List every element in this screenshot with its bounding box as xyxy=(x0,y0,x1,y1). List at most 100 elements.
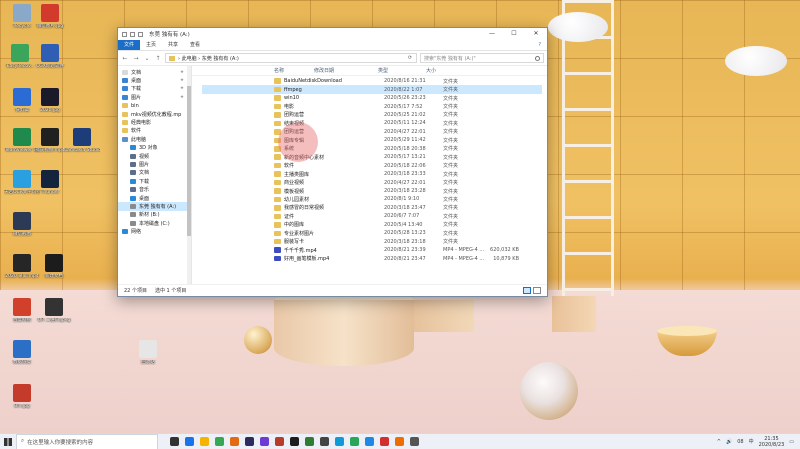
taskbar-app-icon[interactable] xyxy=(395,437,404,446)
desktop-icon[interactable]: 回收站 xyxy=(130,340,166,380)
file-row[interactable]: 新的音频中心素材 2020/5/17 13:21 文件夹 xyxy=(202,153,542,161)
notification-icon[interactable]: ▭ xyxy=(789,439,794,445)
file-row[interactable]: 结束视频 2020/5/11 12:24 文件夹 xyxy=(202,119,542,127)
nav-item[interactable]: 文档 ★ xyxy=(118,68,191,76)
taskbar-search-box[interactable]: ⌕ 在这里输入你要搜索的内容 xyxy=(16,433,158,449)
file-row[interactable]: ffmpeg 2020/8/22 1:07 文件夹 xyxy=(202,85,542,94)
file-row[interactable]: win10 2020/5/26 23:23 文件夹 xyxy=(202,94,542,102)
help-button[interactable]: ? xyxy=(532,40,547,50)
taskbar-app-icon[interactable] xyxy=(350,437,359,446)
taskbar-app-icon[interactable] xyxy=(200,437,209,446)
desktop-icon[interactable]: Thunder xyxy=(32,170,68,210)
nav-item[interactable]: 3D 对象 xyxy=(118,144,191,152)
nav-item[interactable]: 网络 xyxy=(118,227,191,235)
desktop-icon[interactable]: 2020 录屏.mp4 xyxy=(4,254,40,294)
taskbar-app-icon[interactable] xyxy=(365,437,374,446)
file-row[interactable]: 服装写卡 2020/3/18 23:18 文件夹 xyxy=(202,238,542,246)
volume-icon[interactable]: 🔊 xyxy=(726,439,732,445)
taskbar-app-icon[interactable] xyxy=(305,437,314,446)
column-header-type[interactable]: 类型 xyxy=(368,67,416,74)
details-view-icon[interactable] xyxy=(523,287,531,294)
file-row[interactable]: 专业素材图片 2020/5/28 13:23 文件夹 xyxy=(202,229,542,237)
desktop-icon[interactable]: 微信图片.jpg xyxy=(32,4,68,44)
clock[interactable]: 21:35 2020/8/23 xyxy=(759,436,785,448)
column-header-name[interactable]: 名称 xyxy=(192,67,304,74)
file-row[interactable]: 团购运营 2020/4/27 22:01 文件夹 xyxy=(202,128,542,136)
file-row[interactable]: 好用_画笔模板.mp4 2020/8/21 23:47 MP4 - MPEG-4 .… xyxy=(202,254,542,262)
file-row[interactable]: 团购运营 2020/5/25 21:02 文件夹 xyxy=(202,111,542,119)
nav-item[interactable]: 桌面 ★ xyxy=(118,76,191,84)
up-arrow-icon[interactable]: ↑ xyxy=(154,55,162,62)
nav-item[interactable]: 文档 xyxy=(118,169,191,177)
file-row[interactable]: 幼儿园素材 2020/8/1 9:10 文件夹 xyxy=(202,195,542,203)
desktop-icon[interactable]: Camtasia Studio xyxy=(64,128,100,168)
taskbar-app-icon[interactable] xyxy=(170,437,179,446)
taskbar-app-icon[interactable] xyxy=(335,437,344,446)
tray-chevron-icon[interactable]: ^ xyxy=(717,439,721,445)
taskbar-app-icon[interactable] xyxy=(215,437,224,446)
address-bar[interactable]: › 此电脑 › 东莞 独有有 (A:) ⟳ xyxy=(165,53,417,63)
desktop-icon[interactable]: 捕获视频.mp4 xyxy=(32,128,68,168)
desktop-icon[interactable]: 百度网盘 xyxy=(4,298,40,338)
back-arrow-icon[interactable]: ← xyxy=(121,55,129,62)
minimize-button[interactable]: — xyxy=(481,28,503,40)
quick-access-toolbar[interactable] xyxy=(122,31,143,37)
desktop-icon[interactable]: 新建文档 xyxy=(36,254,72,294)
tab-home[interactable]: 主页 xyxy=(140,40,162,50)
desktop-icon[interactable]: Bin.jpg xyxy=(4,384,40,424)
recent-dropdown-icon[interactable]: ⌄ xyxy=(143,55,151,62)
nav-item[interactable]: 图片 ★ xyxy=(118,93,191,101)
taskbar-app-icon[interactable] xyxy=(290,437,299,446)
nav-item[interactable]: 视频 xyxy=(118,152,191,160)
taskbar-app-icon[interactable] xyxy=(185,437,194,446)
desktop-icon[interactable]: CGX标题软件 xyxy=(32,44,68,84)
large-icons-view-icon[interactable] xyxy=(533,287,541,294)
nav-item[interactable]: bin xyxy=(118,102,191,110)
nav-item[interactable]: 下载 xyxy=(118,177,191,185)
file-row[interactable]: 软件 2020/5/18 22:06 文件夹 xyxy=(202,162,542,170)
tab-view[interactable]: 查看 xyxy=(184,40,206,50)
desktop-icon[interactable]: 微信截图 xyxy=(4,212,40,252)
search-input[interactable]: 搜索"东莞 独有有 (A:)" xyxy=(420,53,544,63)
nav-item[interactable]: 新材 (B:) xyxy=(118,211,191,219)
maximize-button[interactable]: ☐ xyxy=(503,28,525,40)
nav-item[interactable]: 东莞 独有有 (A:) xyxy=(118,202,191,211)
start-button[interactable] xyxy=(0,434,16,449)
file-row[interactable]: 我感冒的日常视频 2020/3/18 23:47 文件夹 xyxy=(202,204,542,212)
column-header-date[interactable]: 修改日期 xyxy=(304,67,368,74)
file-row[interactable]: 主播类图库 2020/3/18 23:33 文件夹 xyxy=(202,170,542,178)
taskbar-app-icon[interactable] xyxy=(275,437,284,446)
nav-item[interactable]: 经典电影 xyxy=(118,118,191,126)
desktop-icon[interactable]: 2020.jpg xyxy=(32,88,68,128)
input-method-indicator[interactable]: 中 xyxy=(749,438,754,445)
desktop-icon[interactable]: QR 二维码.jpeg xyxy=(36,298,72,338)
file-row[interactable]: 系统 2020/5/18 20:38 文件夹 xyxy=(202,145,542,153)
file-row[interactable]: 商业视频 2020/4/27 22:01 文件夹 xyxy=(202,178,542,186)
tab-file[interactable]: 文件 xyxy=(118,40,141,50)
taskbar-app-icon[interactable] xyxy=(245,437,254,446)
nav-item[interactable]: 下载 ★ xyxy=(118,85,191,93)
forward-arrow-icon[interactable]: → xyxy=(132,55,140,62)
file-row[interactable]: 图库专辑 2020/5/29 11:42 文件夹 xyxy=(202,136,542,144)
tab-share[interactable]: 共享 xyxy=(162,40,184,50)
taskbar-app-icon[interactable] xyxy=(320,437,329,446)
nav-item[interactable]: 桌面 xyxy=(118,194,191,202)
nav-item[interactable]: 图片 xyxy=(118,160,191,168)
taskbar-app-icon[interactable] xyxy=(410,437,419,446)
taskbar-app-icon[interactable] xyxy=(230,437,239,446)
file-row[interactable]: BaiduNetdiskDownload 2020/8/16 21:31 文件夹 xyxy=(202,77,542,85)
desktop-icon[interactable]: 数据恢复 xyxy=(4,340,40,380)
nav-item[interactable]: 软件 xyxy=(118,127,191,135)
nav-item[interactable]: 此电脑 xyxy=(118,135,191,143)
nav-scrollbar[interactable] xyxy=(187,66,191,284)
nav-scroll-thumb[interactable] xyxy=(187,86,191,236)
file-row[interactable]: 电影 2020/5/17 7:52 文件夹 xyxy=(202,102,542,110)
file-row[interactable]: 中的图库 2020/5/4 13:40 文件夹 xyxy=(202,221,542,229)
file-row[interactable]: 千千千秀.mp4 2020/8/21 23:39 MP4 - MPEG-4 ... 6… xyxy=(202,246,542,254)
file-row[interactable]: 模板视频 2020/3/18 23:28 文件夹 xyxy=(202,187,542,195)
nav-item[interactable]: 音乐 xyxy=(118,185,191,193)
refresh-icon[interactable]: ⟳ xyxy=(404,55,416,61)
column-header-size[interactable]: 大小 xyxy=(416,67,456,74)
file-row[interactable]: 证件 2020/6/7 7:07 文件夹 xyxy=(202,212,542,220)
taskbar-app-icon[interactable] xyxy=(380,437,389,446)
